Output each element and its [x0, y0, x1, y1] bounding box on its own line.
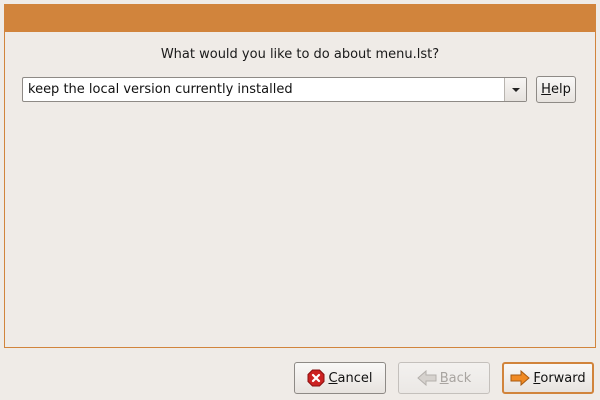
- arrow-right-icon: [510, 370, 531, 386]
- forward-button[interactable]: Forward: [502, 362, 594, 394]
- forward-button-label: Forward: [533, 370, 586, 386]
- menu-lst-action-select[interactable]: keep the local version currently install…: [22, 77, 527, 102]
- title-bar: [4, 4, 596, 32]
- back-button-label: Back: [439, 370, 472, 386]
- cancel-button-label: Cancel: [328, 370, 373, 386]
- chevron-down-icon: [511, 87, 520, 92]
- content-panel: What would you like to do about menu.lst…: [4, 32, 596, 348]
- question-text: What would you like to do about menu.lst…: [160, 47, 440, 62]
- help-button[interactable]: Help: [536, 76, 576, 103]
- combo-dropdown-button[interactable]: [504, 78, 526, 101]
- back-button[interactable]: Back: [398, 362, 490, 394]
- combo-selected-value: keep the local version currently install…: [28, 82, 293, 97]
- cancel-button[interactable]: Cancel: [294, 362, 386, 394]
- help-button-label: Help: [541, 82, 571, 97]
- arrow-left-icon: [416, 370, 437, 386]
- cancel-icon: [307, 369, 325, 387]
